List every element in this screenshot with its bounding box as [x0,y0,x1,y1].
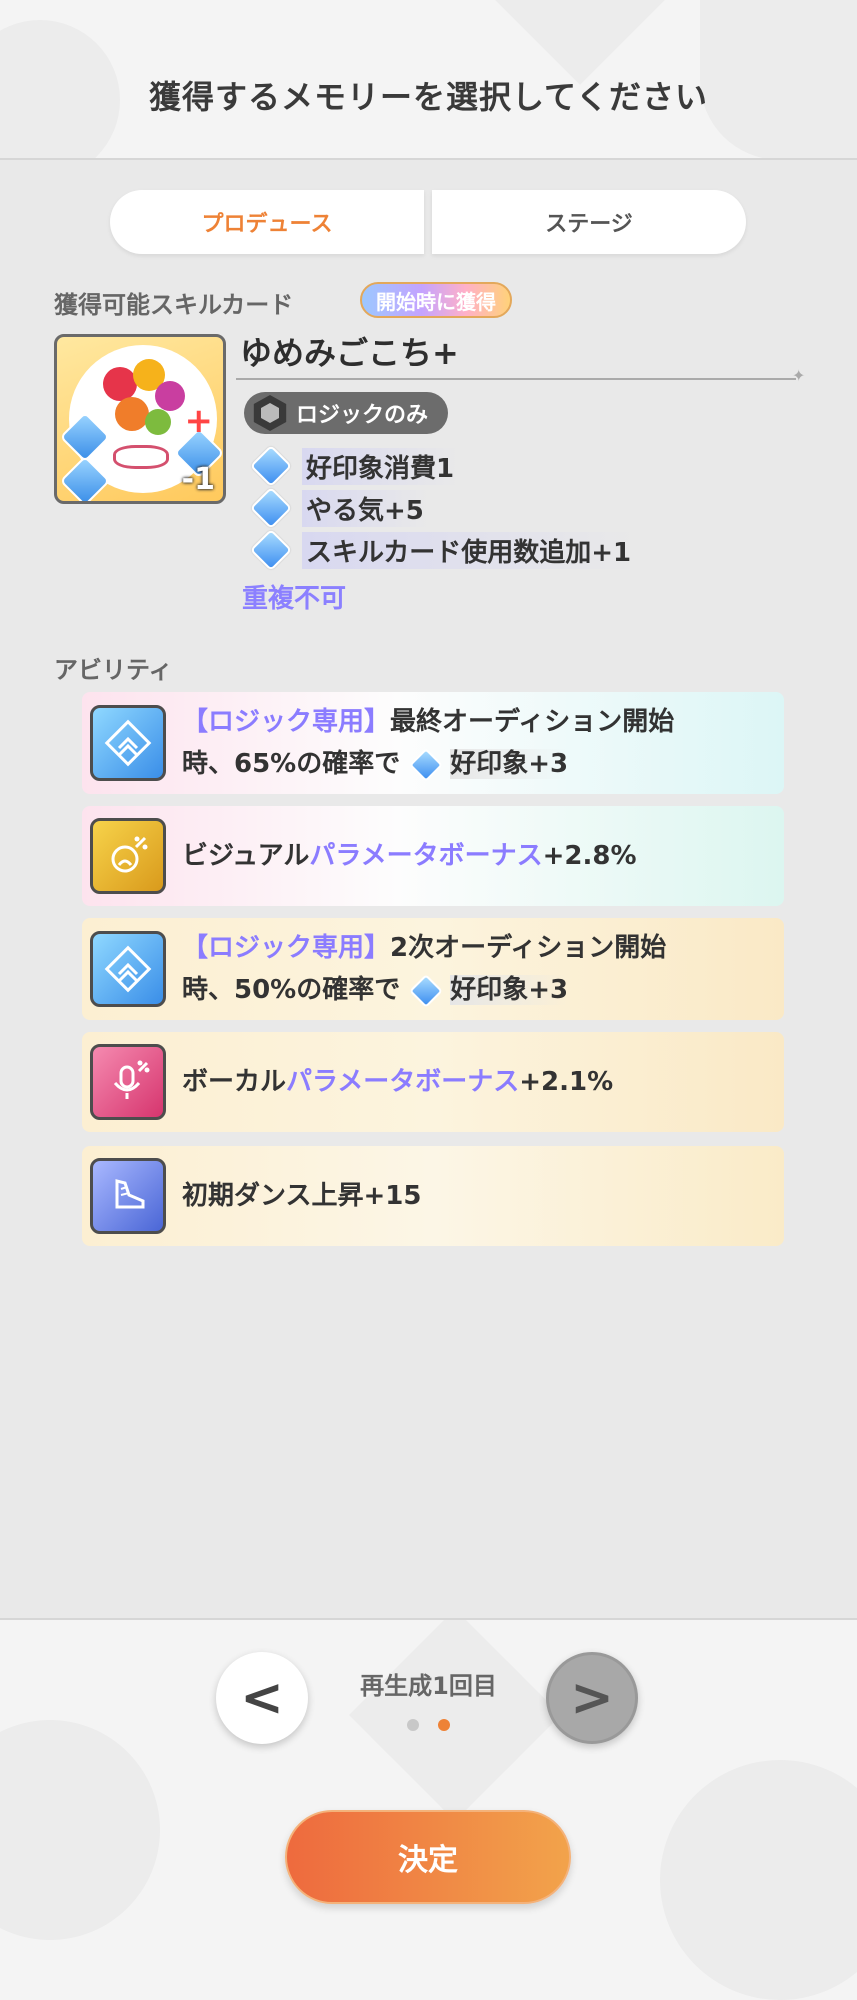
ability-text: 【ロジック専用】2次オーディション開始 時、50%の確率で 好印象+3 [182,927,666,1011]
ability-text-a: ボーカル [182,1067,287,1097]
ribbon-icon [113,445,169,469]
ability-text: 【ロジック専用】最終オーディション開始 時、65%の確率で 好印象+3 [182,701,674,785]
bg-decoration [348,1620,562,1822]
logic-hex-icon [253,395,287,431]
dance-shoe-icon [90,1158,166,1234]
card-cost: -1 [181,462,215,497]
ability-highlight: パラメータボーナス [286,1067,520,1097]
ability-line: 2次オーディション開始 [390,933,667,963]
next-button[interactable]: > [546,1652,638,1744]
ability-item[interactable]: ビジュアルパラメータボーナス+2.8% [82,806,784,906]
ability-text: ビジュアルパラメータボーナス+2.8% [182,835,637,877]
ability-highlight: パラメータボーナス [309,841,543,871]
no-duplicate-note: 重複不可 [242,584,347,614]
ability-prefix: 【ロジック専用】 [182,707,391,737]
tab-stage[interactable]: ステージ [432,190,746,254]
skill-card-name: ゆめみごこち+ [240,334,459,372]
effect-text: やる気+5 [302,489,428,527]
effect-text: スキルカード使用数追加+1 [302,531,636,569]
bg-decoration [0,1720,160,1940]
ability-text-a: ビジュアル [182,841,310,871]
page-dot-2-active [438,1719,450,1731]
ability-text: ボーカルパラメータボーナス+2.1% [182,1061,613,1103]
thumbs-up-icon [409,747,444,782]
thumbs-up-icon [409,973,444,1008]
effect-row: やる気+5 [249,486,428,530]
fist-icon [249,486,293,530]
double-chevron-up-icon [90,705,166,781]
main-panel: プロデュース ステージ 獲得可能スキルカード 開始時に獲得 + -1 ゆめみごこ… [0,160,857,1618]
confirm-button[interactable]: 決定 [285,1810,571,1904]
divider [236,378,796,380]
tab-bar: プロデュース ステージ [110,190,746,254]
flower-icon [103,367,137,401]
plus-icon: + [184,401,214,441]
plan-tag-label: ロジックのみ [296,403,429,428]
abilities-section-label: アビリティ [54,656,173,684]
ability-item[interactable]: 初期ダンス上昇+15 [82,1146,784,1246]
ability-effect: 好印象+3 [450,975,569,1005]
ability-text-b: +2.8% [542,841,637,871]
sparkle-icon: ✦ [792,366,806,385]
ability-line: 時、50%の確率で [182,975,401,1005]
bg-decoration [660,1760,857,2000]
flower-icon [155,381,185,411]
tab-produce[interactable]: プロデュース [110,190,424,254]
plan-tag: ロジックのみ [244,392,449,434]
effect-text: 好印象消費1 [302,447,459,485]
ability-item[interactable]: ボーカルパラメータボーナス+2.1% [82,1032,784,1132]
regeneration-count: 再生成1回目 [360,1672,497,1700]
ability-text-b: +2.1% [519,1067,614,1097]
flower-icon [115,397,149,431]
visual-param-icon [90,818,166,894]
skill-card-image[interactable]: + -1 [54,334,226,504]
page-title: 獲得するメモリーを選択してください [148,78,709,116]
plus-one-card-icon [249,528,293,572]
ability-item[interactable]: 【ロジック専用】最終オーディション開始 時、65%の確率で 好印象+3 [82,692,784,794]
header: 獲得するメモリーを選択してください [0,0,857,160]
microphone-icon [90,1044,166,1120]
acquire-at-start-badge: 開始時に獲得 [360,282,512,318]
ability-prefix: 【ロジック専用】 [182,933,391,963]
double-chevron-up-icon [90,931,166,1007]
ability-line: 時、65%の確率で [182,749,401,779]
ability-line: 最終オーディション開始 [390,707,675,737]
ability-effect: 好印象+3 [450,749,569,779]
flower-icon [145,409,171,435]
thumbs-up-icon [249,444,293,488]
ability-text: 初期ダンス上昇+15 [182,1181,422,1211]
page-dot-1 [407,1719,419,1731]
skill-card-section-label: 獲得可能スキルカード [54,291,294,319]
effect-row: 好印象消費1 [249,444,459,488]
effect-row: スキルカード使用数追加+1 [249,528,636,572]
ability-item[interactable]: 【ロジック専用】2次オーディション開始 時、50%の確率で 好印象+3 [82,918,784,1020]
